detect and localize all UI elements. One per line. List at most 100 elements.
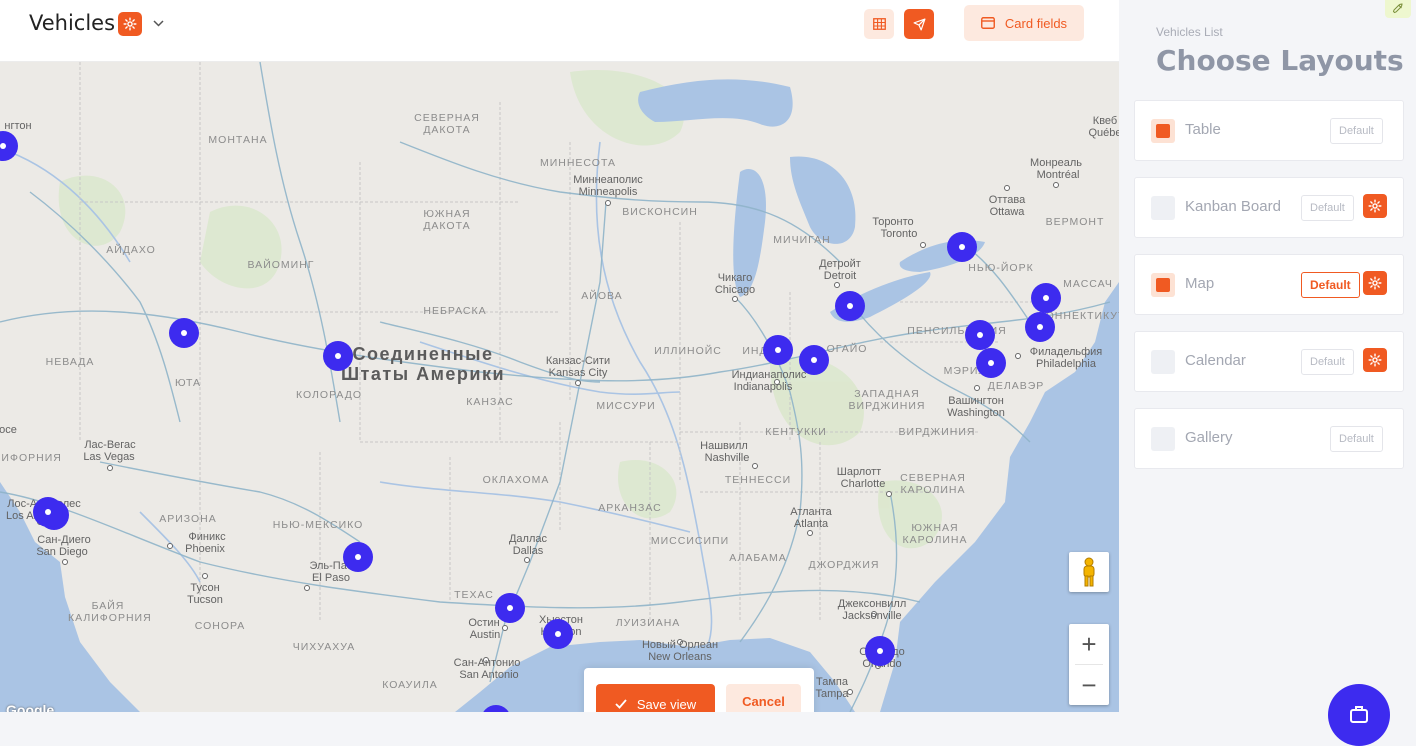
map-label-city: Charlotte bbox=[840, 478, 886, 490]
vehicle-marker[interactable] bbox=[33, 497, 63, 527]
map-label-city: Шарлотт bbox=[836, 466, 882, 478]
zoom-in-button[interactable]: + bbox=[1069, 624, 1109, 664]
map-label-state: ТЕХАС bbox=[454, 589, 494, 601]
map-label-state: НЬЮ-ЙОРК bbox=[968, 262, 1034, 274]
card-fields-button[interactable]: Card fields bbox=[964, 5, 1084, 41]
map-label-state: БАЙЯ КАЛИФОРНИЯ bbox=[68, 600, 152, 624]
map-label-city: Сан-Диего bbox=[37, 534, 91, 546]
pegman-icon bbox=[1083, 557, 1095, 587]
map-label-state: МИЧИГАН bbox=[773, 234, 831, 246]
vehicle-marker[interactable] bbox=[763, 335, 793, 365]
vehicle-marker[interactable] bbox=[495, 593, 525, 623]
layout-option-gallery[interactable]: Gallery Default bbox=[1134, 408, 1404, 469]
layout-checkbox[interactable] bbox=[1151, 350, 1175, 374]
table-view-button[interactable] bbox=[864, 9, 894, 39]
view-dropdown-toggle[interactable] bbox=[150, 13, 166, 33]
map-label-state: ЮЖНАЯ ДАКОТА bbox=[423, 208, 471, 232]
vehicle-marker[interactable] bbox=[965, 320, 995, 350]
save-view-label: Save view bbox=[636, 696, 697, 712]
map-label-state: ЛУИЗИАНА bbox=[615, 617, 681, 629]
map-label-city: Торонто bbox=[872, 216, 914, 228]
layout-option-calendar[interactable]: Calendar Default bbox=[1134, 331, 1404, 392]
layout-checkbox[interactable] bbox=[1151, 196, 1175, 220]
vehicle-marker[interactable] bbox=[865, 636, 895, 666]
map-label-city: Kansas City bbox=[548, 367, 608, 379]
map-label-state: СОНОРА bbox=[194, 620, 246, 632]
view-settings-button[interactable] bbox=[118, 12, 142, 36]
share-button[interactable] bbox=[904, 9, 934, 39]
vehicle-marker[interactable] bbox=[947, 232, 977, 262]
rocket-icon bbox=[1392, 3, 1403, 14]
vehicle-marker[interactable] bbox=[543, 619, 573, 649]
layout-name: Table bbox=[1185, 121, 1221, 138]
map-label-state: АЛАБАМА bbox=[729, 552, 787, 564]
map-label-country: Соединенные bbox=[352, 344, 494, 364]
cancel-button[interactable]: Cancel bbox=[726, 684, 801, 712]
map-label-city: El Paso bbox=[312, 572, 350, 584]
layout-settings-button[interactable] bbox=[1363, 348, 1387, 372]
layout-settings-button[interactable] bbox=[1363, 194, 1387, 218]
vehicle-marker[interactable] bbox=[976, 348, 1006, 378]
map-label-city: Монреаль bbox=[1030, 157, 1082, 169]
map-label-state: КОАУИЛА bbox=[382, 679, 438, 691]
zoom-out-button[interactable]: − bbox=[1069, 665, 1109, 705]
map-label-city: Detroit bbox=[823, 270, 857, 282]
map-label-city: Minneapolis bbox=[578, 186, 638, 198]
map-label-city: Tampa bbox=[815, 688, 849, 700]
map-label-city: Тампа bbox=[816, 676, 848, 688]
set-default-button[interactable]: Default bbox=[1301, 195, 1354, 221]
save-view-button[interactable]: Save view bbox=[596, 684, 715, 712]
street-view-button[interactable] bbox=[1069, 552, 1109, 592]
gear-icon bbox=[1368, 276, 1382, 290]
vehicle-marker[interactable] bbox=[343, 542, 373, 572]
map-label-state: МОНТАНА bbox=[208, 134, 268, 146]
map-label-country: Штаты Америки bbox=[340, 364, 506, 384]
map-label-city: Оттава bbox=[988, 194, 1026, 206]
layout-settings-button[interactable] bbox=[1363, 271, 1387, 295]
map-label-city: Washington bbox=[947, 407, 1005, 419]
google-logo: Google bbox=[6, 702, 55, 712]
map-label-state: КАЛИФОРНИЯ bbox=[0, 452, 62, 464]
map-label-state: АРКАНЗАС bbox=[598, 502, 662, 514]
layout-checkbox[interactable] bbox=[1151, 119, 1175, 143]
layout-name: Calendar bbox=[1185, 352, 1246, 369]
map-label-state: ИЛЛИНОЙС bbox=[654, 345, 722, 357]
map-label-city: Las Vegas bbox=[83, 451, 135, 463]
layout-checkbox[interactable] bbox=[1151, 273, 1175, 297]
map-label-state: МАССАЧ bbox=[1063, 278, 1113, 290]
vehicle-marker[interactable] bbox=[835, 291, 865, 321]
floating-action-button[interactable] bbox=[1328, 684, 1390, 746]
map-label-city: Миннеаполис bbox=[573, 174, 643, 186]
vehicle-marker[interactable] bbox=[323, 341, 353, 371]
vehicle-marker[interactable] bbox=[169, 318, 199, 348]
map-label-state: ДЕЛАВЭР bbox=[987, 380, 1045, 392]
map-label-city: Tucson bbox=[187, 594, 223, 606]
layout-option-map[interactable]: Map Default bbox=[1134, 254, 1404, 315]
table-icon bbox=[872, 18, 886, 30]
set-default-button[interactable]: Default bbox=[1301, 349, 1354, 375]
map-canvas[interactable]: МОНТАНА СЕВЕРНАЯ ДАКОТА ЮЖНАЯ ДАКОТА АЙД… bbox=[0, 62, 1119, 712]
vehicle-marker[interactable] bbox=[799, 345, 829, 375]
set-default-button[interactable]: Default bbox=[1330, 426, 1383, 452]
sidebar-subtitle: Vehicles List bbox=[1156, 25, 1223, 39]
map-label-city: Остин bbox=[468, 617, 500, 629]
card-icon bbox=[980, 17, 995, 29]
map-label-city: Тусон bbox=[190, 582, 220, 594]
layout-checkbox[interactable] bbox=[1151, 427, 1175, 451]
layout-name: Kanban Board bbox=[1185, 198, 1281, 215]
map-label-city: San Diego bbox=[36, 546, 88, 558]
default-badge[interactable]: Default bbox=[1301, 272, 1360, 298]
map-label-city: Atlanta bbox=[793, 518, 829, 530]
map-label-city: Новый Орлеан bbox=[641, 639, 719, 651]
layout-option-kanban-board[interactable]: Kanban Board Default bbox=[1134, 177, 1404, 238]
map-label-city: Austin bbox=[469, 629, 501, 641]
map-label-city: Ottawa bbox=[989, 206, 1025, 218]
layout-option-table[interactable]: Table Default bbox=[1134, 100, 1404, 161]
rocket-button[interactable] bbox=[1385, 0, 1411, 18]
map-label-state: МИССУРИ bbox=[596, 400, 656, 412]
set-default-button[interactable]: Default bbox=[1330, 118, 1383, 144]
vehicle-marker[interactable] bbox=[1025, 312, 1055, 342]
vehicle-marker[interactable] bbox=[1031, 283, 1061, 313]
map-label-city: нгтон bbox=[4, 120, 32, 132]
map-label-city: Jacksonville bbox=[842, 610, 902, 622]
